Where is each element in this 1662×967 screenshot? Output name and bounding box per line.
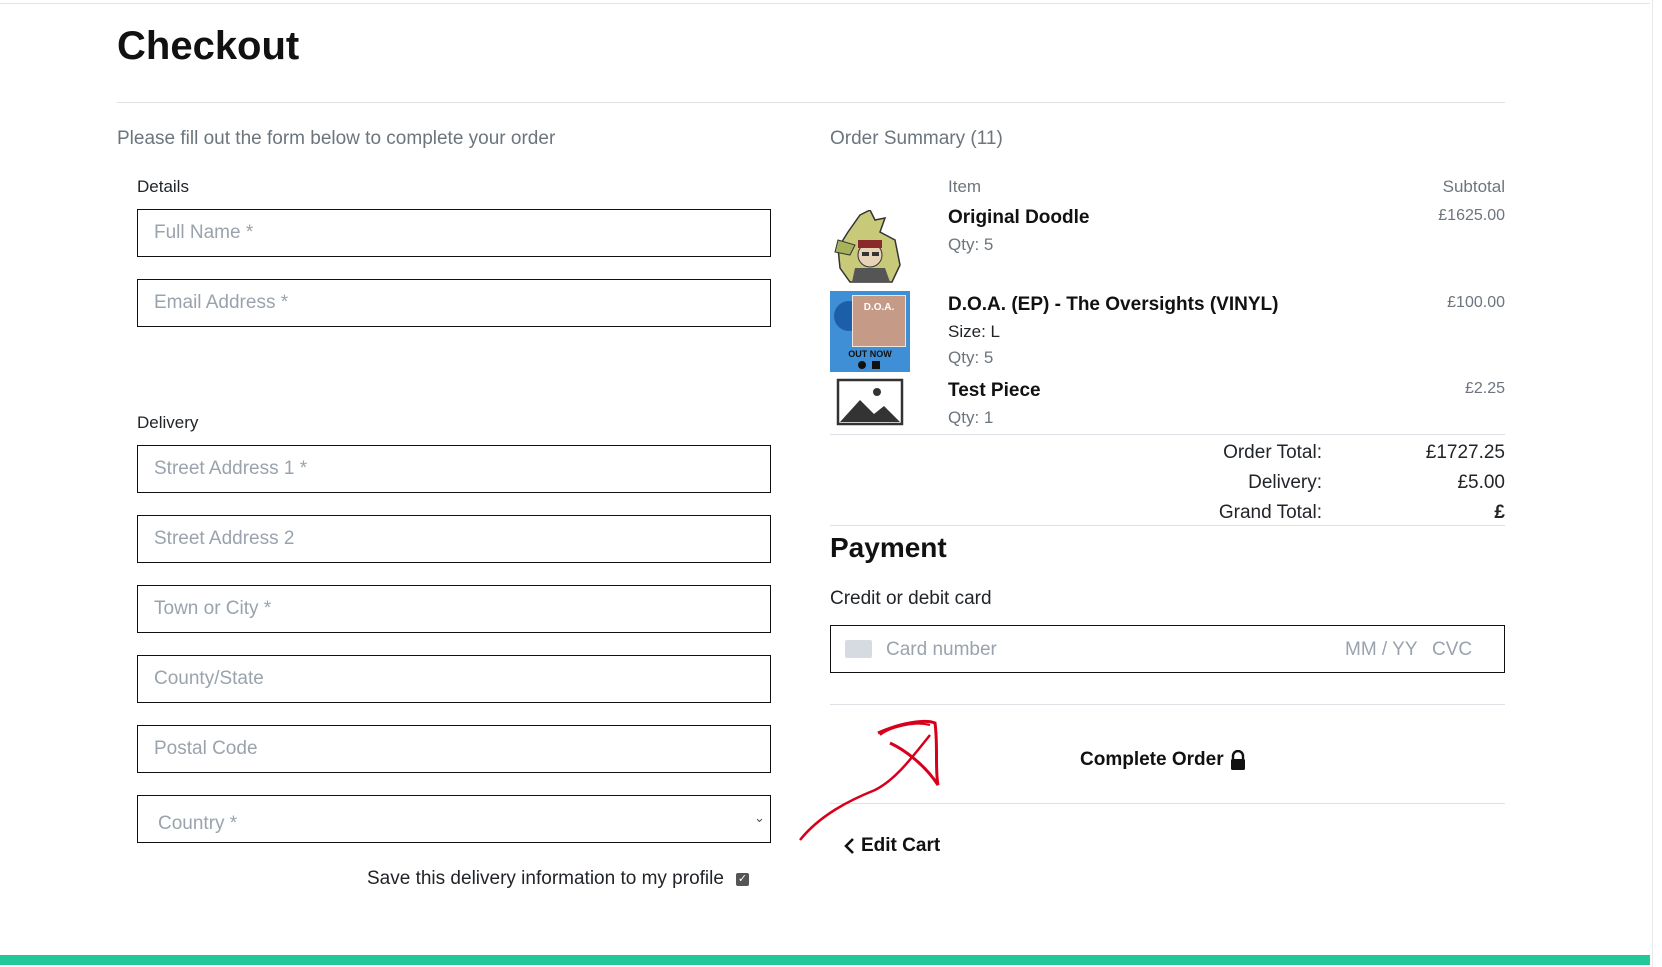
street-address-1-field[interactable] [137,445,771,493]
postal-code-input[interactable] [138,726,770,772]
card-label: Credit or debit card [830,588,992,609]
email-input[interactable] [138,280,770,326]
item-qty: Qty: 5 [948,235,994,254]
country-select[interactable]: Country * [138,796,770,842]
delivery-total-value: £5.00 [1457,472,1505,493]
order-total-value: £1727.25 [1425,442,1505,463]
out-now-text: OUT NOW [848,349,892,359]
card-input-field[interactable]: Card number MM / YY CVC [830,625,1505,673]
town-city-input[interactable] [138,586,770,632]
save-delivery-checkbox[interactable]: ✓ [735,872,749,886]
item-qty: Qty: 5 [948,348,994,367]
full-name-input[interactable] [138,210,770,256]
spotify-icon [858,361,866,369]
image-placeholder-icon [830,378,910,428]
complete-order-button[interactable]: Complete Order [1080,749,1246,771]
order-summary-heading: Order Summary (11) [830,128,1003,149]
lock-icon [1230,750,1245,770]
footer-accent-bar [0,955,1650,965]
divider [830,434,1505,435]
cvc-placeholder[interactable]: CVC [1432,639,1472,661]
item-qty: Qty: 1 [948,408,994,427]
subtotal-column-header: Subtotal [1442,177,1505,196]
original-doodle-thumbnail [830,208,910,285]
music-icon [872,361,880,369]
delivery-total-label: Delivery: [1248,472,1322,493]
card-number-placeholder[interactable]: Card number [886,639,997,661]
complete-order-label: Complete Order [1080,749,1224,770]
divider [830,525,1505,526]
street-address-2-field[interactable] [137,515,771,563]
scrollbar[interactable] [1652,0,1662,967]
item-name: Original Doodle [948,207,1090,228]
email-field[interactable] [137,279,771,327]
chevron-down-icon: ⌄ [754,810,765,825]
album-title-text: D.O.A. [863,302,895,313]
details-label: Details [137,177,189,196]
item-column-header: Item [948,177,982,196]
street-address-1-input[interactable] [138,446,770,492]
annotation-arrow [799,719,940,841]
town-city-field[interactable] [137,585,771,633]
county-state-field[interactable] [137,655,771,703]
credit-card-icon [845,640,872,658]
grand-total-label: Grand Total: [1218,502,1322,523]
item-price: £1625.00 [1438,207,1505,224]
county-state-input[interactable] [138,656,770,702]
album-cover-graphic: D.O.A. [852,295,906,347]
divider [117,102,1505,103]
item-size: Size: L [948,322,1000,341]
save-delivery-row[interactable]: Save this delivery information to my pro… [367,868,749,890]
postal-code-field[interactable] [137,725,771,773]
order-total-label: Order Total: [1223,442,1322,463]
item-name: D.O.A. (EP) - The Oversights (VINYL) [948,294,1279,315]
save-delivery-label: Save this delivery information to my pro… [367,868,724,889]
form-intro: Please fill out the form below to comple… [117,128,556,149]
page-title: Checkout [117,24,300,68]
grand-total-value: £ [1494,502,1505,523]
item-price: £2.25 [1464,380,1505,397]
payment-heading: Payment [830,532,947,563]
doa-ep-thumbnail: D.O.A. OUT NOW [830,291,910,372]
item-name: Test Piece [948,380,1041,401]
country-field[interactable]: Country * ⌄ [137,795,771,843]
full-name-field[interactable] [137,209,771,257]
delivery-label: Delivery [137,413,199,432]
top-border [0,3,1650,4]
expiry-placeholder[interactable]: MM / YY [1345,639,1418,661]
street-address-2-input[interactable] [138,516,770,562]
item-price: £100.00 [1447,294,1505,311]
